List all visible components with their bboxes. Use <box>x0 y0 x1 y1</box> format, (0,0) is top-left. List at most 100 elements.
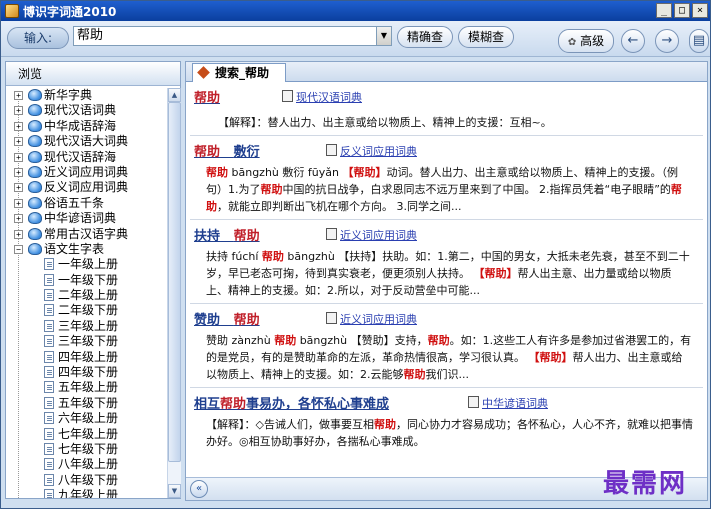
tree-item-dict[interactable]: + 常用古汉语字典 <box>6 227 166 242</box>
entry-title-link[interactable]: 帮助 <box>194 87 220 106</box>
tree-item-grade[interactable]: 六年级上册 <box>6 411 166 426</box>
tree-item-dict[interactable]: + 俗语五千条 <box>6 196 166 211</box>
maximize-button[interactable]: □ <box>674 3 690 18</box>
watermark-logo: 最需网 <box>603 469 688 499</box>
page-icon <box>44 366 54 379</box>
forward-button[interactable]: → <box>655 29 679 53</box>
app-window: 博识字词通2010 _ □ × 输入: 帮助 ▼ 精确查 模糊查 ✿ 高级 ← … <box>0 0 711 509</box>
results-panel: 搜索_帮助 帮助 现代汉语词典 【解释】：替人出力、出主意或给以物质上、精神上的… <box>185 61 708 501</box>
tree-item-grade[interactable]: 一年级下册 <box>6 273 166 288</box>
tree-item-dict[interactable]: + 中华谚语词典 <box>6 211 166 226</box>
entry-title-link[interactable]: 扶持 帮助 <box>194 225 260 244</box>
tree-item-grade[interactable]: 七年级下册 <box>6 442 166 457</box>
expand-icon[interactable]: + <box>14 121 23 131</box>
entry-definition: 赞助 zànzhù 帮助 bāngzhù 【赞助】支持，帮助。如：1.这些工人有… <box>206 334 692 381</box>
search-input[interactable]: 帮助 <box>73 26 377 46</box>
page-icon <box>44 319 54 332</box>
scroll-down-arrow-icon[interactable]: ▼ <box>168 484 181 498</box>
tree-item-dict[interactable]: − 语文生字表 <box>6 242 166 257</box>
book-icon <box>28 89 42 101</box>
dictionary-tree: + 新华字典 + 现代汉语词典 + 中华成语辞海 + 现代汉语大词典 + 现代汉语辞海 +… <box>6 88 166 498</box>
tree-item-dict[interactable]: + 现代汉语辞海 <box>6 150 166 165</box>
tab-bar: 搜索_帮助 <box>186 62 707 82</box>
page-icon <box>44 289 54 302</box>
tab-search-results[interactable]: 搜索_帮助 <box>192 63 286 82</box>
window-controls: _ □ × <box>656 3 708 18</box>
tree-item-dict[interactable]: + 现代汉语大词典 <box>6 134 166 149</box>
advanced-icon: ✿ <box>567 37 577 48</box>
collapse-panel-button[interactable]: « <box>190 480 208 498</box>
arrow-left-icon: ← <box>627 33 639 48</box>
fuzzy-search-button[interactable]: 模糊查 <box>458 26 514 48</box>
page-icon <box>44 473 54 486</box>
page-icon <box>44 458 54 471</box>
entry-title-link[interactable]: 赞助 帮助 <box>194 309 260 328</box>
tree-item-grade[interactable]: 一年级上册 <box>6 257 166 272</box>
tree-item-dict[interactable]: + 现代汉语词典 <box>6 103 166 118</box>
toolbar: 输入: 帮助 ▼ 精确查 模糊查 ✿ 高级 ← → ▤ <box>1 21 710 57</box>
entry-title-link[interactable]: 帮助 敷衍 <box>194 141 260 160</box>
dictionary-source-link[interactable]: 中华谚语词典 <box>468 395 548 411</box>
exact-search-button[interactable]: 精确查 <box>397 26 453 48</box>
input-label: 输入: <box>7 27 69 49</box>
scroll-up-arrow-icon[interactable]: ▲ <box>168 88 181 102</box>
tree-item-dict[interactable]: + 新华字典 <box>6 88 166 103</box>
book-icon <box>28 104 42 117</box>
page-icon <box>44 442 54 455</box>
search-tab-icon <box>197 66 210 79</box>
expand-icon[interactable]: + <box>14 106 23 116</box>
tree-item-grade[interactable]: 五年级上册 <box>6 380 166 395</box>
tree-item-grade[interactable]: 八年级下册 <box>6 473 166 488</box>
scrollbar-thumb[interactable] <box>168 102 181 462</box>
entry-title-link[interactable]: 相互帮助事易办，各怀私心事难成 <box>194 393 389 412</box>
tree-item-grade[interactable]: 八年级上册 <box>6 457 166 472</box>
tree-item-grade[interactable]: 三年级下册 <box>6 334 166 349</box>
arrow-right-icon: → <box>661 33 673 48</box>
expand-icon[interactable]: + <box>14 214 23 224</box>
book-icon <box>28 165 42 178</box>
expand-icon[interactable]: + <box>14 152 23 162</box>
browse-header: 浏览 <box>6 62 180 86</box>
tree-scrollbar[interactable]: ▲ ▼ <box>167 88 181 498</box>
tree-item-grade[interactable]: 三年级上册 <box>6 319 166 334</box>
tree-item-dict[interactable]: + 近义词应用词典 <box>6 165 166 180</box>
page-icon <box>44 335 54 348</box>
result-entry: 帮助 敷衍 反义词应用词典 帮助 bāngzhù 敷衍 fūyǎn 【帮助】动词… <box>190 138 703 220</box>
tree-item-grade[interactable]: 四年级下册 <box>6 365 166 380</box>
minimize-button[interactable]: _ <box>656 3 672 18</box>
dictionary-source-link[interactable]: 近义词应用词典 <box>326 227 417 243</box>
tree-item-grade[interactable]: 九年级上册 <box>6 488 166 498</box>
tree-item-grade[interactable]: 四年级上册 <box>6 350 166 365</box>
dictionary-source-link[interactable]: 近义词应用词典 <box>326 311 417 327</box>
close-button[interactable]: × <box>692 3 708 18</box>
expand-icon[interactable]: + <box>14 198 23 208</box>
expand-icon[interactable]: + <box>14 183 23 193</box>
entry-header: 帮助 现代汉语词典 <box>190 84 703 106</box>
expand-icon[interactable]: + <box>14 137 23 147</box>
tree-item-grade[interactable]: 二年级下册 <box>6 303 166 318</box>
page-icon <box>44 350 54 363</box>
results-content: 帮助 现代汉语词典 【解释】：替人出力、出主意或给以物质上、精神上的支援：互相~… <box>190 84 703 474</box>
expand-icon[interactable]: + <box>14 229 23 239</box>
tree-item-dict[interactable]: + 中华成语辞海 <box>6 119 166 134</box>
collapse-icon[interactable]: − <box>14 244 23 254</box>
book-icon <box>28 242 42 255</box>
result-entry: 相互帮助事易办，各怀私心事难成 中华谚语词典 【解释】：◇告诫人们，做事要互相帮… <box>190 390 703 454</box>
page-icon <box>44 427 54 440</box>
entry-header: 赞助 帮助 近义词应用词典 <box>190 306 703 328</box>
advanced-button[interactable]: ✿ 高级 <box>558 29 614 53</box>
tree-item-grade[interactable]: 七年级上册 <box>6 427 166 442</box>
search-history-dropdown[interactable]: ▼ <box>376 26 392 46</box>
back-button[interactable]: ← <box>621 29 645 53</box>
book-icon <box>28 212 42 225</box>
tree-item-grade[interactable]: 五年级下册 <box>6 396 166 411</box>
expand-icon[interactable]: + <box>14 91 23 100</box>
tree-item-grade[interactable]: 二年级上册 <box>6 288 166 303</box>
dictionary-source-link[interactable]: 现代汉语词典 <box>282 89 362 105</box>
dictionary-source-link[interactable]: 反义词应用词典 <box>326 143 417 159</box>
menu-button[interactable]: ▤ <box>689 29 709 53</box>
entry-definition: 帮助 bāngzhù 敷衍 fūyǎn 【帮助】动词。替人出力、出主意或给以物质… <box>206 166 682 213</box>
entry-header: 帮助 敷衍 反义词应用词典 <box>190 138 703 160</box>
expand-icon[interactable]: + <box>14 167 23 177</box>
tree-item-dict[interactable]: + 反义词应用词典 <box>6 180 166 195</box>
